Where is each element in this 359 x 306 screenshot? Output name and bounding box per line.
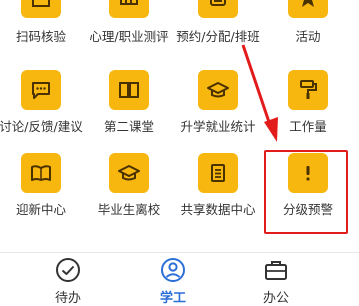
grid-item-label: 工作量 <box>289 119 327 134</box>
bottom-tab-bar: 待办 学工 办公 <box>0 252 359 306</box>
book-icon <box>21 153 61 193</box>
grid-item-label: 升学就业统计 <box>180 119 256 134</box>
grid-item-label: 共享数据中心 <box>180 202 256 217</box>
grid-item-label: 预约/分配/排班 <box>176 29 260 44</box>
briefcase-icon <box>265 261 287 280</box>
tab-label: 待办 <box>54 291 81 306</box>
grid-item-second-classroom[interactable]: 第二课堂 <box>85 70 173 134</box>
grid-item-graduate-departure[interactable]: 毕业生离校 <box>85 153 173 217</box>
grid-item-schedule[interactable]: 预约/分配/排班 <box>174 0 262 44</box>
graduation-cap-icon <box>198 70 238 110</box>
star-icon <box>288 0 328 18</box>
user-circle-icon <box>161 258 185 282</box>
grid-item-label: 活动 <box>295 29 321 44</box>
graduation-cap-icon <box>109 153 149 193</box>
chat-bubble-icon <box>21 70 61 110</box>
grid-item-label: 第二课堂 <box>103 119 154 134</box>
grid-item-label: 讨论/反馈/建议 <box>0 119 83 134</box>
check-circle-icon <box>56 258 80 282</box>
assessment-icon <box>109 0 149 18</box>
grid-item-label: 毕业生离校 <box>97 202 161 217</box>
grid-item-activity[interactable]: 活动 <box>264 0 352 44</box>
grid-item-label: 心理/职业测评 <box>89 29 169 44</box>
open-book-icon <box>109 70 149 110</box>
grid-item-discussion[interactable]: 讨论/反馈/建议 <box>0 70 85 134</box>
document-list-icon <box>198 153 238 193</box>
grid-item-label: 扫码核验 <box>15 29 66 44</box>
tab-todo[interactable]: 待办 <box>23 257 113 306</box>
highlight-box <box>264 150 348 234</box>
scan-icon <box>21 0 61 18</box>
paint-roller-icon <box>288 70 328 110</box>
grid-item-label: 迎新中心 <box>15 202 66 217</box>
tab-student-affairs[interactable]: 学工 <box>128 257 218 306</box>
grid-item-shared-data-center[interactable]: 共享数据中心 <box>174 153 262 217</box>
tab-label: 办公 <box>262 291 289 306</box>
grid-item-assessment[interactable]: 心理/职业测评 <box>85 0 173 44</box>
grid-item-scan-verify[interactable]: 扫码核验 <box>0 0 85 44</box>
tab-office[interactable]: 办公 <box>231 257 321 306</box>
tab-label: 学工 <box>159 291 186 306</box>
schedule-icon <box>198 0 238 18</box>
grid-item-workload[interactable]: 工作量 <box>264 70 352 134</box>
grid-item-welcome-center[interactable]: 迎新中心 <box>0 153 85 217</box>
grid-item-employment-stats[interactable]: 升学就业统计 <box>174 70 262 134</box>
